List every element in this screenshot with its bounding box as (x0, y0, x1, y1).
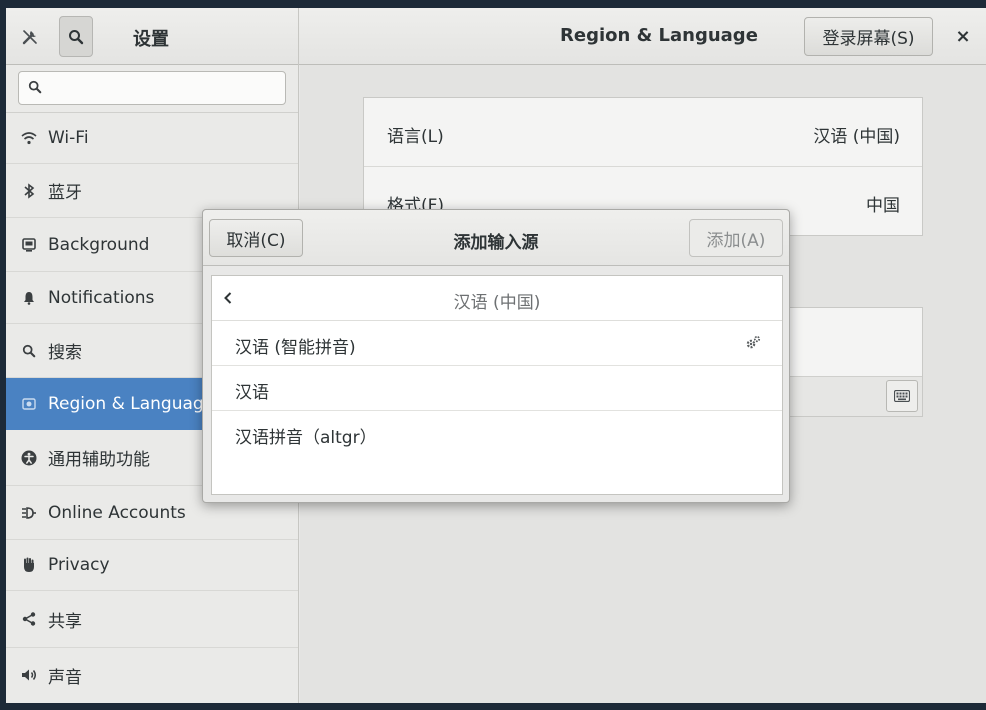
sidebar-item-label: 蓝牙 (48, 183, 82, 203)
sidebar-item-sharing[interactable]: 共享 (6, 591, 298, 648)
add-input-source-dialog: 取消(C) 添加输入源 添加(A) 汉语 (中国) 汉语 (智能拼音) 汉语 汉… (202, 209, 790, 503)
tools-icon (22, 30, 37, 45)
search-toggle-button[interactable] (59, 16, 93, 57)
sidebar-item-label: Notifications (48, 287, 155, 308)
sidebar-item-label: 共享 (48, 611, 82, 632)
close-button[interactable]: × (951, 24, 975, 48)
speaker-icon (20, 666, 38, 684)
sidebar-item-label: Region & Language (48, 393, 215, 414)
wifi-icon (20, 129, 38, 147)
close-icon: × (955, 25, 971, 47)
sidebar-item-label: Privacy (48, 555, 110, 575)
sidebar-item-label: Online Accounts (48, 502, 186, 523)
share-icon (20, 610, 38, 628)
list-item-label: 汉语 (235, 383, 269, 403)
sidebar-item-wifi[interactable]: Wi-Fi (6, 113, 298, 164)
login-screen-button[interactable]: 登录屏幕(S) (804, 17, 933, 56)
accessibility-icon (20, 449, 38, 467)
header-left: 设置 (6, 8, 299, 65)
language-row[interactable]: 语言(L) 汉语 (中国) (364, 98, 922, 167)
list-item[interactable]: 汉语 (212, 366, 782, 411)
keyboard-layout-button[interactable] (886, 380, 918, 412)
bell-icon (20, 289, 38, 307)
panel-title: Region & Language (560, 25, 758, 46)
list-header-row[interactable]: 汉语 (中国) (212, 276, 782, 321)
app-title: 设置 (133, 29, 169, 50)
sidebar-item-label: Wi-Fi (48, 128, 89, 148)
sidebar-item-label: 声音 (48, 667, 82, 688)
header-bar: 设置 Region & Language 登录屏幕(S) × (6, 8, 986, 65)
add-button[interactable]: 添加(A) (689, 219, 783, 257)
sidebar-item-label: 搜索 (48, 343, 82, 363)
settings-gear-icon (746, 335, 761, 349)
list-header-title: 汉语 (中国) (453, 293, 541, 313)
sidebar-item-label: 通用辅助功能 (48, 450, 150, 470)
sidebar-item-sound[interactable]: 声音 (6, 648, 298, 702)
search-input[interactable] (18, 71, 286, 105)
online-accounts-icon (20, 504, 38, 522)
list-item[interactable]: 汉语拼音（altgr） (212, 411, 782, 456)
input-source-list: 汉语 (中国) 汉语 (智能拼音) 汉语 汉语拼音（altgr） (211, 275, 783, 495)
sidebar-item-label: Background (48, 234, 150, 255)
background-icon (20, 236, 38, 254)
sidebar-search (6, 65, 298, 113)
language-label: 语言(L) (387, 127, 444, 147)
format-value: 中国 (866, 196, 900, 216)
sidebar-item-privacy[interactable]: Privacy (6, 540, 298, 591)
bluetooth-icon (20, 182, 38, 200)
language-value: 汉语 (中国) (813, 127, 900, 147)
hand-icon (20, 556, 38, 574)
region-icon (20, 395, 38, 413)
dialog-header: 取消(C) 添加输入源 添加(A) (203, 210, 789, 266)
search-icon (28, 80, 42, 94)
list-item-label: 汉语 (智能拼音) (235, 338, 356, 358)
tools-button[interactable] (14, 18, 46, 56)
list-item[interactable]: 汉语 (智能拼音) (212, 321, 782, 366)
search-icon (20, 342, 38, 360)
search-icon (69, 29, 84, 44)
list-item-label: 汉语拼音（altgr） (235, 428, 377, 448)
keyboard-icon (894, 390, 910, 402)
